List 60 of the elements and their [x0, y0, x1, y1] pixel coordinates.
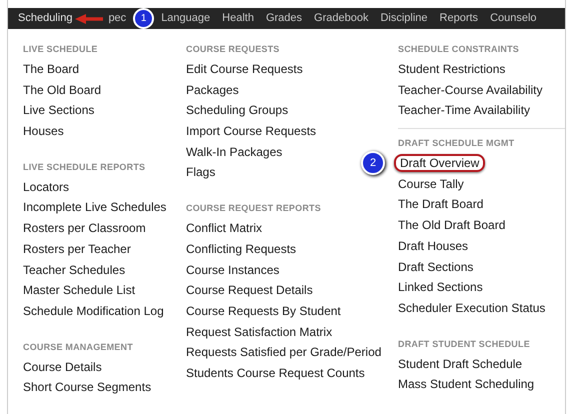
- menu-item[interactable]: Teacher-Course Availability: [396, 80, 545, 99]
- menu-item[interactable]: Houses: [21, 122, 66, 140]
- step-badge: 2: [361, 151, 385, 176]
- menu-item[interactable]: Course Instances: [184, 260, 282, 278]
- menu-item[interactable]: Mass Student Scheduling: [396, 375, 536, 394]
- menu-item[interactable]: Conflicting Requests: [184, 240, 298, 258]
- menu-item[interactable]: Rosters per Teacher: [21, 240, 133, 258]
- menu-item[interactable]: The Board: [21, 60, 82, 78]
- menu-item[interactable]: Course Details: [21, 358, 104, 376]
- menu-item[interactable]: Student Draft Schedule: [396, 354, 524, 373]
- section-heading: COURSE REQUESTS: [186, 43, 281, 55]
- menu-item[interactable]: Student Restrictions: [396, 60, 508, 78]
- menu-item[interactable]: The Draft Board: [396, 195, 486, 214]
- menu-item[interactable]: Edit Course Requests: [184, 60, 305, 78]
- menu-item[interactable]: Scheduler Execution Status: [396, 298, 548, 317]
- nav-tab[interactable]: Health: [216, 8, 260, 29]
- menu-item[interactable]: Conflict Matrix: [184, 219, 264, 238]
- menu-item[interactable]: Incomplete Live Schedules: [21, 198, 168, 216]
- menu-item[interactable]: The Old Board: [21, 80, 104, 99]
- menu-item[interactable]: Draft Houses: [396, 236, 470, 255]
- menu-item[interactable]: Linked Sections: [396, 278, 485, 296]
- nav-tab[interactable]: Grades: [260, 8, 308, 29]
- menu-item[interactable]: Rosters per Classroom: [21, 219, 148, 238]
- nav-tab[interactable]: pec: [102, 8, 132, 29]
- menu-item[interactable]: Teacher Schedules: [21, 260, 128, 278]
- nav-tab[interactable]: Discipline: [374, 8, 434, 29]
- section-heading: SCHEDULE CONSTRAINTS: [398, 43, 520, 55]
- menu-item[interactable]: Draft Overview: [394, 154, 486, 172]
- menu-item[interactable]: Live Sections: [21, 101, 96, 120]
- menu-item[interactable]: Import Course Requests: [184, 122, 318, 140]
- menu-item[interactable]: Short Course Segments: [21, 378, 154, 396]
- menu-item[interactable]: Course Requests By Student: [184, 302, 343, 320]
- nav-tab[interactable]: Scheduling: [12, 8, 78, 29]
- section-heading: COURSE MANAGEMENT: [23, 340, 134, 353]
- menu-item[interactable]: Students Course Request Counts: [184, 364, 367, 382]
- menu-item[interactable]: Course Tally: [396, 174, 466, 193]
- section-heading: DRAFT SCHEDULE MGMT: [398, 137, 516, 150]
- section-heading: LIVE SCHEDULE: [23, 43, 99, 55]
- menu-item[interactable]: Course Request Details: [184, 281, 315, 300]
- menu-item[interactable]: Scheduling Groups: [184, 101, 290, 120]
- nav-tab[interactable]: Gradebook: [308, 8, 374, 29]
- menu-item[interactable]: Flags: [184, 163, 218, 182]
- menu-item[interactable]: Locators: [21, 178, 72, 196]
- menu-item[interactable]: The Old Draft Board: [396, 216, 508, 234]
- menu-item[interactable]: Packages: [184, 80, 241, 99]
- menu-item[interactable]: Request Satisfaction Matrix: [184, 322, 334, 341]
- nav-tab[interactable]: Reports: [434, 8, 484, 29]
- menu-item[interactable]: Draft Sections: [396, 258, 476, 276]
- nav-tab[interactable]: Language: [155, 8, 216, 29]
- section-heading: LIVE SCHEDULE REPORTS: [23, 160, 146, 173]
- menu-item[interactable]: Master Schedule List: [21, 281, 138, 300]
- menu-item[interactable]: Teacher-Time Availability: [396, 101, 532, 120]
- section-heading: COURSE REQUEST REPORTS: [186, 202, 322, 214]
- arrow-icon: [74, 12, 104, 24]
- menu-item[interactable]: Schedule Modification Log: [21, 302, 166, 320]
- menu-item[interactable]: Walk-In Packages: [184, 142, 284, 161]
- menu-item[interactable]: Requests Satisfied per Grade/Period: [184, 343, 384, 362]
- step-badge: 1: [133, 8, 154, 29]
- nav-tab[interactable]: Counselo: [484, 8, 543, 29]
- section-heading: DRAFT STUDENT SCHEDULE: [398, 338, 531, 350]
